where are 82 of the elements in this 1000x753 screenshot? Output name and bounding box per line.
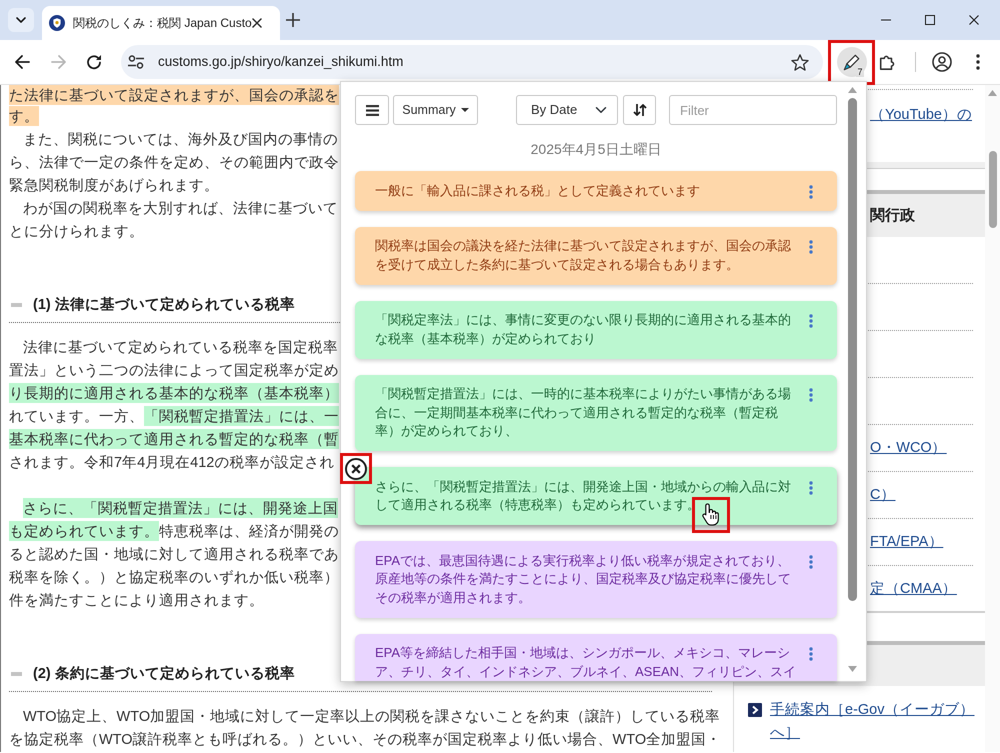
menu-icon <box>366 104 378 116</box>
caret-icon <box>460 108 469 112</box>
scrollbar[interactable] <box>985 85 1000 752</box>
sliders-icon[interactable] <box>128 55 144 69</box>
note-text: EPA等を締結した相手国・地域は、シンガポール、メキシコ、マレーシア、チリ、タイ、インドネシア、ブルネイ、ASEAN、フィリピン、スイ <box>375 644 798 680</box>
circled-x-icon[interactable] <box>345 458 367 480</box>
article-text: 特恵税率は、経済が開発の <box>159 523 339 539</box>
note-card[interactable]: 「関税定率法」には、事情に変更のない限り長期的に適用される基本的な税率（基本税率）が定められており <box>355 300 837 358</box>
article-text: WTO協定上、WTO加盟国・地域に対して一定率以上の関税を課さないことを約束（譲許）している税率 <box>22 708 720 724</box>
note-card[interactable]: 関税率は国会の議決を経た法律に基づいて設定されますが、国会の承認を受けて成立した条約に基づいて設定される場合もあります。 <box>355 226 837 284</box>
highlighted-text: す。 <box>9 106 39 126</box>
article-text: 置法」という二つの法律によって国定税率が定め <box>9 362 339 378</box>
filter-field[interactable]: Filter <box>669 95 837 125</box>
sidebar-link[interactable]: 手続案内［e-Gov（イーガブ）へ］ <box>770 698 982 744</box>
sidebar-link[interactable]: （YouTube）の <box>870 106 972 122</box>
note-text: 「関税暫定措置法」には、一時的に基本税率によりがたい事情がある場合に、一定期間基本税率に代わって適用される暫定的な税率（暫定税率）が定められており、 <box>375 385 792 440</box>
chevron-down-icon <box>16 17 26 23</box>
reload-icon[interactable] <box>86 54 102 70</box>
dropdown-button[interactable]: Summary <box>393 95 478 125</box>
chevron-right-icon <box>748 702 762 716</box>
note-card[interactable]: 一般に「輸入品に課される税」として定義されています <box>355 171 837 210</box>
article-text: ると認めた国・地域に対して適用される税率であ <box>9 546 339 562</box>
heading-marker-icon <box>11 672 22 676</box>
minimize-icon[interactable] <box>881 19 891 21</box>
highlighted-text: 基本税率に代わって適用される暫定的な税率（暫 <box>9 429 339 449</box>
sidebar-link[interactable]: C） <box>870 484 896 506</box>
heading-marker-icon <box>11 302 22 306</box>
sort-select[interactable]: By Date <box>516 95 618 125</box>
plus-icon[interactable] <box>286 13 300 27</box>
article-text: れています。一方、 <box>9 408 144 424</box>
browser-tab[interactable]: 関税のしくみ：税関 Japan Custo <box>42 6 280 40</box>
highlighted-text: も定められています。 <box>9 521 159 541</box>
note-text: 関税率は国会の議決を経た法律に基づいて設定されますが、国会の承認を受けて成立した条約に基づいて設定される場合もあります。 <box>375 237 792 274</box>
menu-button[interactable] <box>355 95 389 125</box>
article-text: されます。令和7年4月現在412の税率が設定され <box>9 454 334 470</box>
hand-cursor-icon <box>702 503 720 527</box>
url-text: customs.go.jp/shiryo/kanzei_shikumi.htm <box>158 52 404 71</box>
sort-button[interactable] <box>623 95 656 125</box>
article-text: わが国の関税率を大別すれば、法律に基づいて <box>22 200 338 216</box>
puzzle-icon[interactable] <box>878 53 896 71</box>
emblem-icon <box>49 15 65 31</box>
sort-icon <box>632 103 646 117</box>
sidebar-link[interactable]: O・WCO） <box>870 437 947 459</box>
note-text: さらに、「関税暫定措置法」には、開発途上国・地域からの輸入品に対して適用される税率（特恵税率）も定められています。 <box>375 478 792 514</box>
highlighted-text: り長期的に適用される基本的な税率（基本税率） <box>9 383 339 403</box>
note-text: 一般に「輸入品に課される税」として定義されています <box>375 182 701 200</box>
date-heading: 2025年4月5日土曜日 <box>530 140 662 159</box>
star-icon[interactable] <box>791 54 809 70</box>
highlighted-text: 「関税暫定措置法」には、一 <box>144 406 339 426</box>
scrollbar-thumb[interactable] <box>988 151 996 228</box>
close-icon[interactable] <box>969 15 979 25</box>
article-text: 税率を除く。）と協定税率のいずれか低い税率） <box>9 569 339 585</box>
note-card[interactable]: EPA等を締結した相手国・地域は、シンガポール、メキシコ、マレーシア、チリ、タイ、インドネシア、ブルネイ、ASEAN、フィリピン、スイ <box>355 634 837 681</box>
address-bar[interactable]: customs.go.jp/shiryo/kanzei_shikumi.htm <box>121 45 823 79</box>
note-card[interactable]: 「関税暫定措置法」には、一時的に基本税率によりがたい事情がある場合に、一定期間基本税率に代わって適用される暫定的な税率（暫定税率）が定められており、 <box>355 374 837 451</box>
note-text: 「関税定率法」には、事情に変更のない限り長期的に適用される基本的な税率（基本税率）が定められており <box>375 311 792 348</box>
highlighted-text: た法律に基づいて設定されますが、国会の承認を <box>9 85 339 105</box>
pen-icon <box>843 54 860 70</box>
note-card[interactable]: EPAでは、最恵国待遇による実行税率より低い税率が規定されており、原産地等の条件を満たすことにより、国定税率及び協定税率に優先してその税率が適用されます。 <box>355 541 837 618</box>
section-heading: (2) 条約に基づいて定められている税率 <box>33 664 295 683</box>
article-text: また、関税については、海外及び国内の事情の <box>22 131 338 147</box>
sidebar-link[interactable]: FTA/EPA） <box>870 531 944 553</box>
article-text: 法律に基づいて定められている税率を国定税率 <box>22 339 338 355</box>
note-card[interactable]: さらに、「関税暫定措置法」には、開発途上国・地域からの輸入品に対して適用される税率（特恵税率）も定められています。 <box>355 467 837 525</box>
article-text: 件を満たすことにより適用されます。 <box>9 592 264 608</box>
scrollbar-thumb[interactable] <box>848 98 856 601</box>
badge-count: 7 <box>856 67 864 77</box>
note-text: EPAでは、最恵国待遇による実行税率より低い税率が規定されており、原産地等の条件を満たすことにより、国定税率及び協定税率に優先してその税率が適用されます。 <box>375 552 792 606</box>
article-text: 緊急関税制度があげられます。 <box>9 177 219 193</box>
tab-list-button[interactable] <box>8 8 34 32</box>
article-text: とに分けられます。 <box>9 223 144 239</box>
back-arrow-icon[interactable] <box>14 54 30 70</box>
article-text: ら、法律で一定の条件を定め、その範囲内で政令 <box>9 154 339 170</box>
maximize-icon[interactable] <box>925 15 935 25</box>
article-text: を協定税率（WTO譲許税率とも呼ばれる。）といい、その税率が国定税率より低い場合、WTO全加盟国・ <box>9 731 722 747</box>
extension-button[interactable]: 7 <box>836 47 866 77</box>
section-heading: (1) 法律に基づいて定められている税率 <box>33 294 295 314</box>
close-icon[interactable] <box>252 18 262 28</box>
more-icon[interactable] <box>976 54 980 70</box>
person-icon[interactable] <box>932 52 952 72</box>
section-title: 関行政 <box>870 205 915 226</box>
sidebar-link[interactable]: 定（CMAA） <box>870 578 957 600</box>
